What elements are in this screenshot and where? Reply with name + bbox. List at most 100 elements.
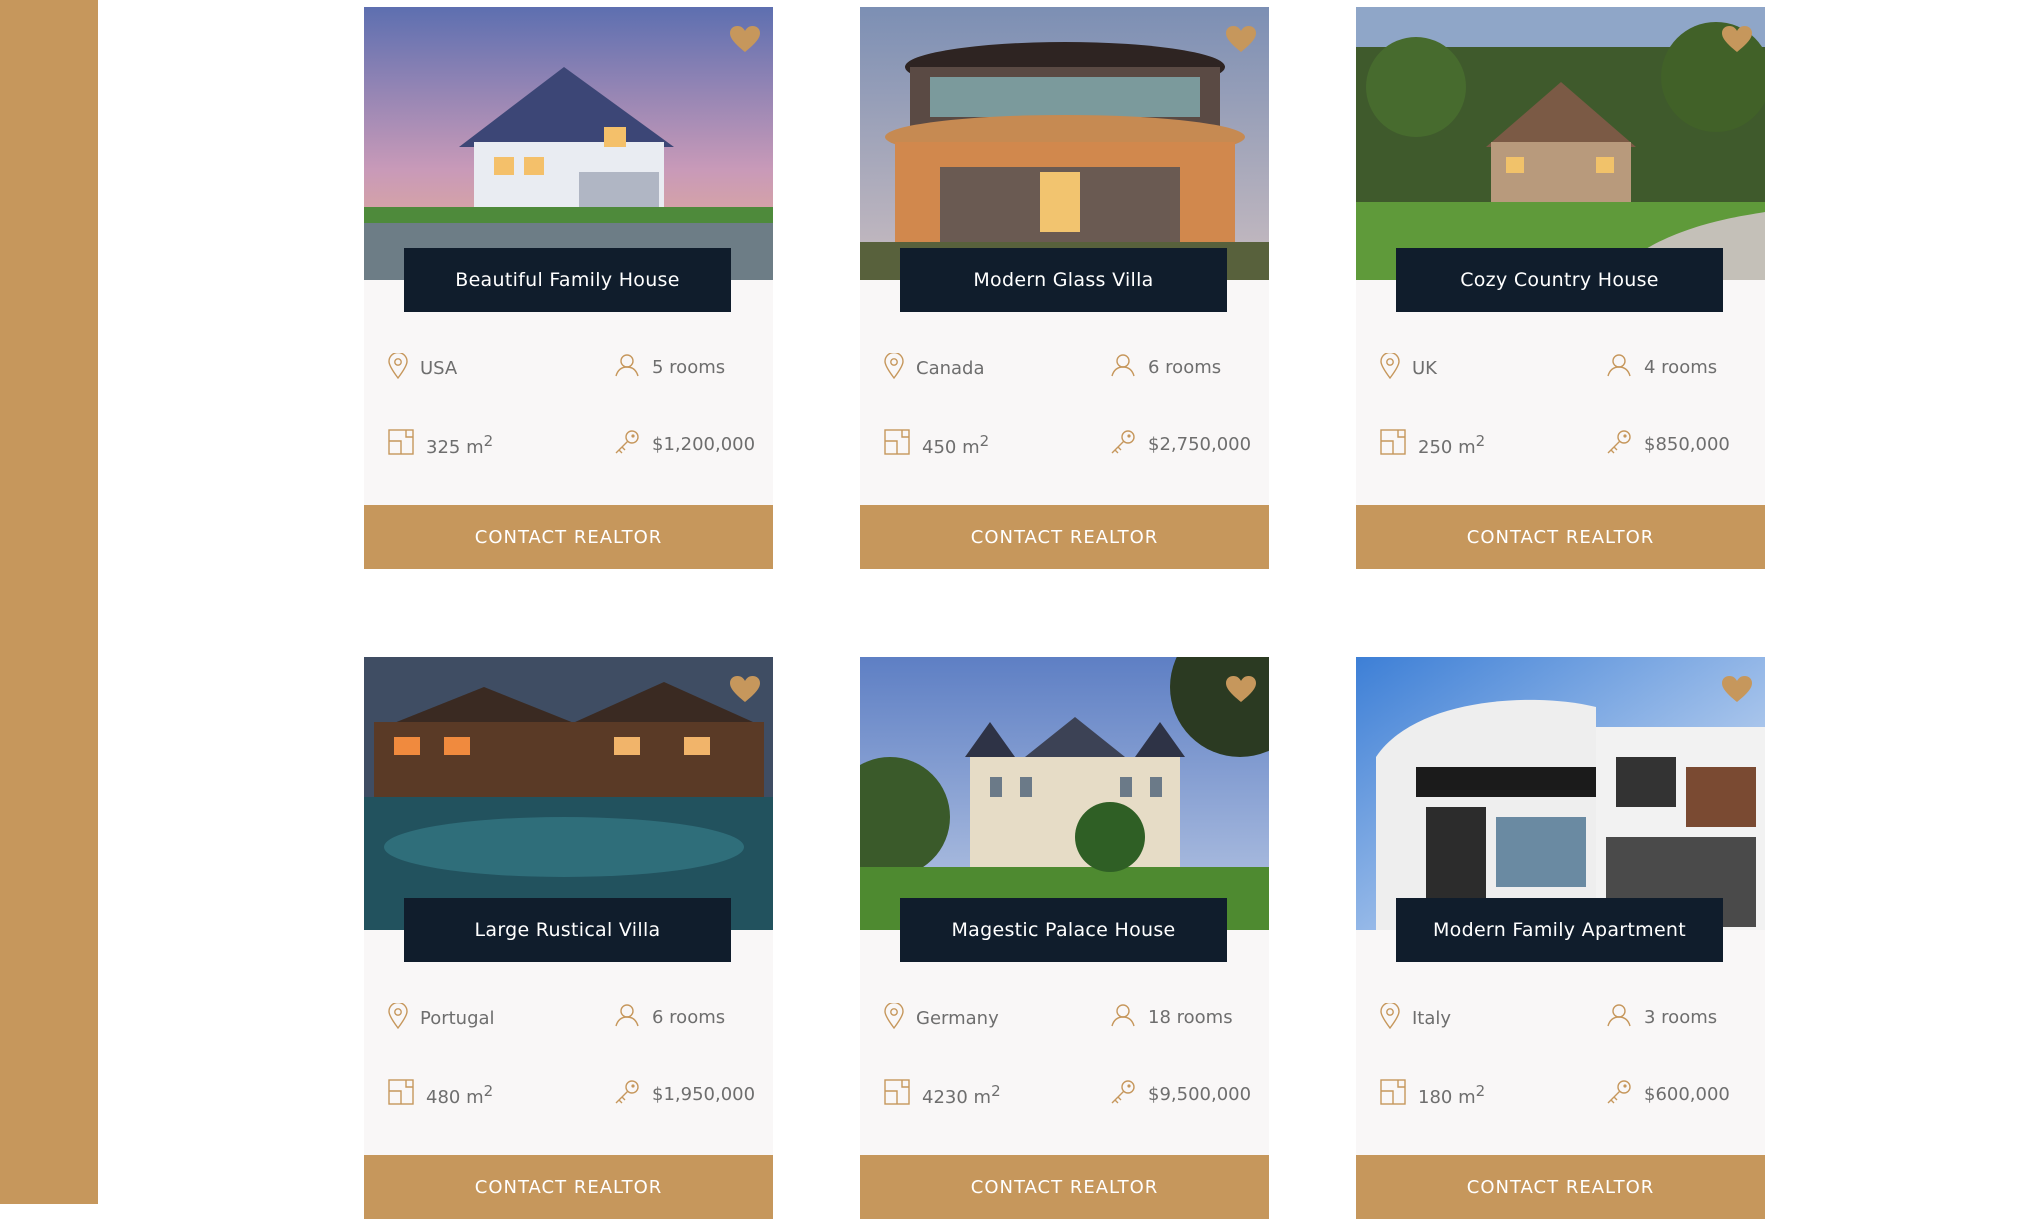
area-unit-exponent: 2 [483, 431, 494, 450]
rooms-text: 4 rooms [1644, 357, 1718, 378]
area-info: 4230 m2 [884, 1079, 1001, 1110]
area-value: 4230 m [922, 1086, 992, 1108]
heart-icon[interactable] [1226, 676, 1256, 703]
house-photo [860, 657, 1269, 930]
heart-icon[interactable] [1226, 26, 1256, 53]
area-text: 180 m2 [1418, 1082, 1485, 1108]
area-icon [388, 1079, 426, 1110]
user-icon [1110, 1003, 1148, 1032]
location-info: Portugal [388, 1001, 495, 1034]
house-card: Large Rustical Villa Portugal 6 rooms 48… [364, 657, 773, 1219]
location-text: UK [1412, 358, 1437, 379]
house-name: Cozy Country House [1396, 248, 1723, 312]
rooms-text: 5 rooms [652, 357, 726, 378]
key-icon [614, 429, 652, 460]
area-unit-exponent: 2 [991, 1081, 1001, 1100]
area-text: 4230 m2 [922, 1082, 1001, 1108]
contact-realtor-button[interactable]: CONTACT REALTOR [1356, 1155, 1765, 1219]
house-card: Modern Family Apartment Italy 3 rooms 18… [1356, 657, 1765, 1219]
area-icon [1380, 1079, 1418, 1110]
house-photo [364, 7, 773, 280]
area-icon [884, 429, 922, 460]
contact-realtor-button[interactable]: CONTACT REALTOR [364, 505, 773, 569]
user-icon [1110, 353, 1148, 382]
location-text: Canada [916, 358, 985, 379]
area-text: 250 m2 [1418, 432, 1485, 458]
area-unit-exponent: 2 [1475, 1081, 1486, 1100]
house-name: Large Rustical Villa [404, 898, 731, 962]
house-photo [1356, 657, 1765, 930]
house-name: Beautiful Family House [404, 248, 731, 312]
rooms-text: 18 rooms [1148, 1007, 1233, 1028]
key-icon [1110, 1079, 1148, 1110]
contact-realtor-button[interactable]: CONTACT REALTOR [860, 505, 1269, 569]
area-icon [388, 429, 426, 460]
price-text: $600,000 [1644, 1084, 1730, 1105]
contact-realtor-button[interactable]: CONTACT REALTOR [1356, 505, 1765, 569]
house-photo [860, 7, 1269, 280]
rooms-info: 6 rooms [1110, 353, 1221, 382]
area-info: 180 m2 [1380, 1079, 1485, 1110]
contact-realtor-button[interactable]: CONTACT REALTOR [364, 1155, 773, 1219]
price-text: $9,500,000 [1148, 1084, 1252, 1105]
house-card: Modern Glass Villa Canada 6 rooms 450 m2… [860, 7, 1269, 569]
area-info: 450 m2 [884, 429, 989, 460]
location-text: Germany [916, 1008, 999, 1029]
area-text: 325 m2 [426, 432, 493, 458]
area-value: 450 m [922, 436, 980, 458]
location-info: UK [1380, 351, 1437, 384]
area-text: 450 m2 [922, 432, 989, 458]
price-info: $1,950,000 [614, 1079, 755, 1110]
price-text: $2,750,000 [1148, 434, 1252, 455]
heart-icon[interactable] [1722, 26, 1752, 53]
area-icon [884, 1079, 922, 1110]
price-info: $850,000 [1606, 429, 1730, 460]
house-card: Cozy Country House UK 4 rooms 250 m2 $85… [1356, 7, 1765, 569]
rooms-info: 3 rooms [1606, 1003, 1717, 1032]
price-info: $1,200,000 [614, 429, 755, 460]
user-icon [1606, 1003, 1644, 1032]
heart-icon[interactable] [1722, 676, 1752, 703]
location-info: Canada [884, 351, 985, 384]
map-pin-icon [884, 1001, 916, 1034]
rooms-info: 5 rooms [614, 353, 725, 382]
price-text: $1,200,000 [652, 434, 756, 455]
location-text: Portugal [420, 1008, 495, 1029]
map-pin-icon [388, 1001, 420, 1034]
price-info: $9,500,000 [1110, 1079, 1251, 1110]
user-icon [1606, 353, 1644, 382]
rooms-info: 4 rooms [1606, 353, 1717, 382]
area-icon [1380, 429, 1418, 460]
rooms-text: 3 rooms [1644, 1007, 1718, 1028]
area-text: 480 m2 [426, 1082, 493, 1108]
area-value: 250 m [1418, 436, 1476, 458]
map-pin-icon [884, 351, 916, 384]
map-pin-icon [388, 351, 420, 384]
user-icon [614, 1003, 652, 1032]
house-name: Modern Glass Villa [900, 248, 1227, 312]
house-card: Magestic Palace House Germany 18 rooms 4… [860, 657, 1269, 1219]
area-value: 325 m [426, 436, 484, 458]
price-info: $2,750,000 [1110, 429, 1251, 460]
heart-icon[interactable] [730, 26, 760, 53]
rooms-info: 6 rooms [614, 1003, 725, 1032]
key-icon [614, 1079, 652, 1110]
house-photo [1356, 7, 1765, 280]
area-value: 480 m [426, 1086, 484, 1108]
contact-realtor-button[interactable]: CONTACT REALTOR [860, 1155, 1269, 1219]
area-value: 180 m [1418, 1086, 1476, 1108]
location-info: USA [388, 351, 457, 384]
location-info: Italy [1380, 1001, 1452, 1034]
area-unit-exponent: 2 [1475, 431, 1486, 450]
area-info: 480 m2 [388, 1079, 493, 1110]
area-info: 325 m2 [388, 429, 493, 460]
location-text: Italy [1412, 1008, 1452, 1029]
house-name: Magestic Palace House [900, 898, 1227, 962]
rooms-text: 6 rooms [652, 1007, 726, 1028]
heart-icon[interactable] [730, 676, 760, 703]
map-pin-icon [1380, 351, 1412, 384]
house-photo [364, 657, 773, 930]
price-text: $850,000 [1644, 434, 1730, 455]
key-icon [1606, 429, 1644, 460]
price-info: $600,000 [1606, 1079, 1730, 1110]
